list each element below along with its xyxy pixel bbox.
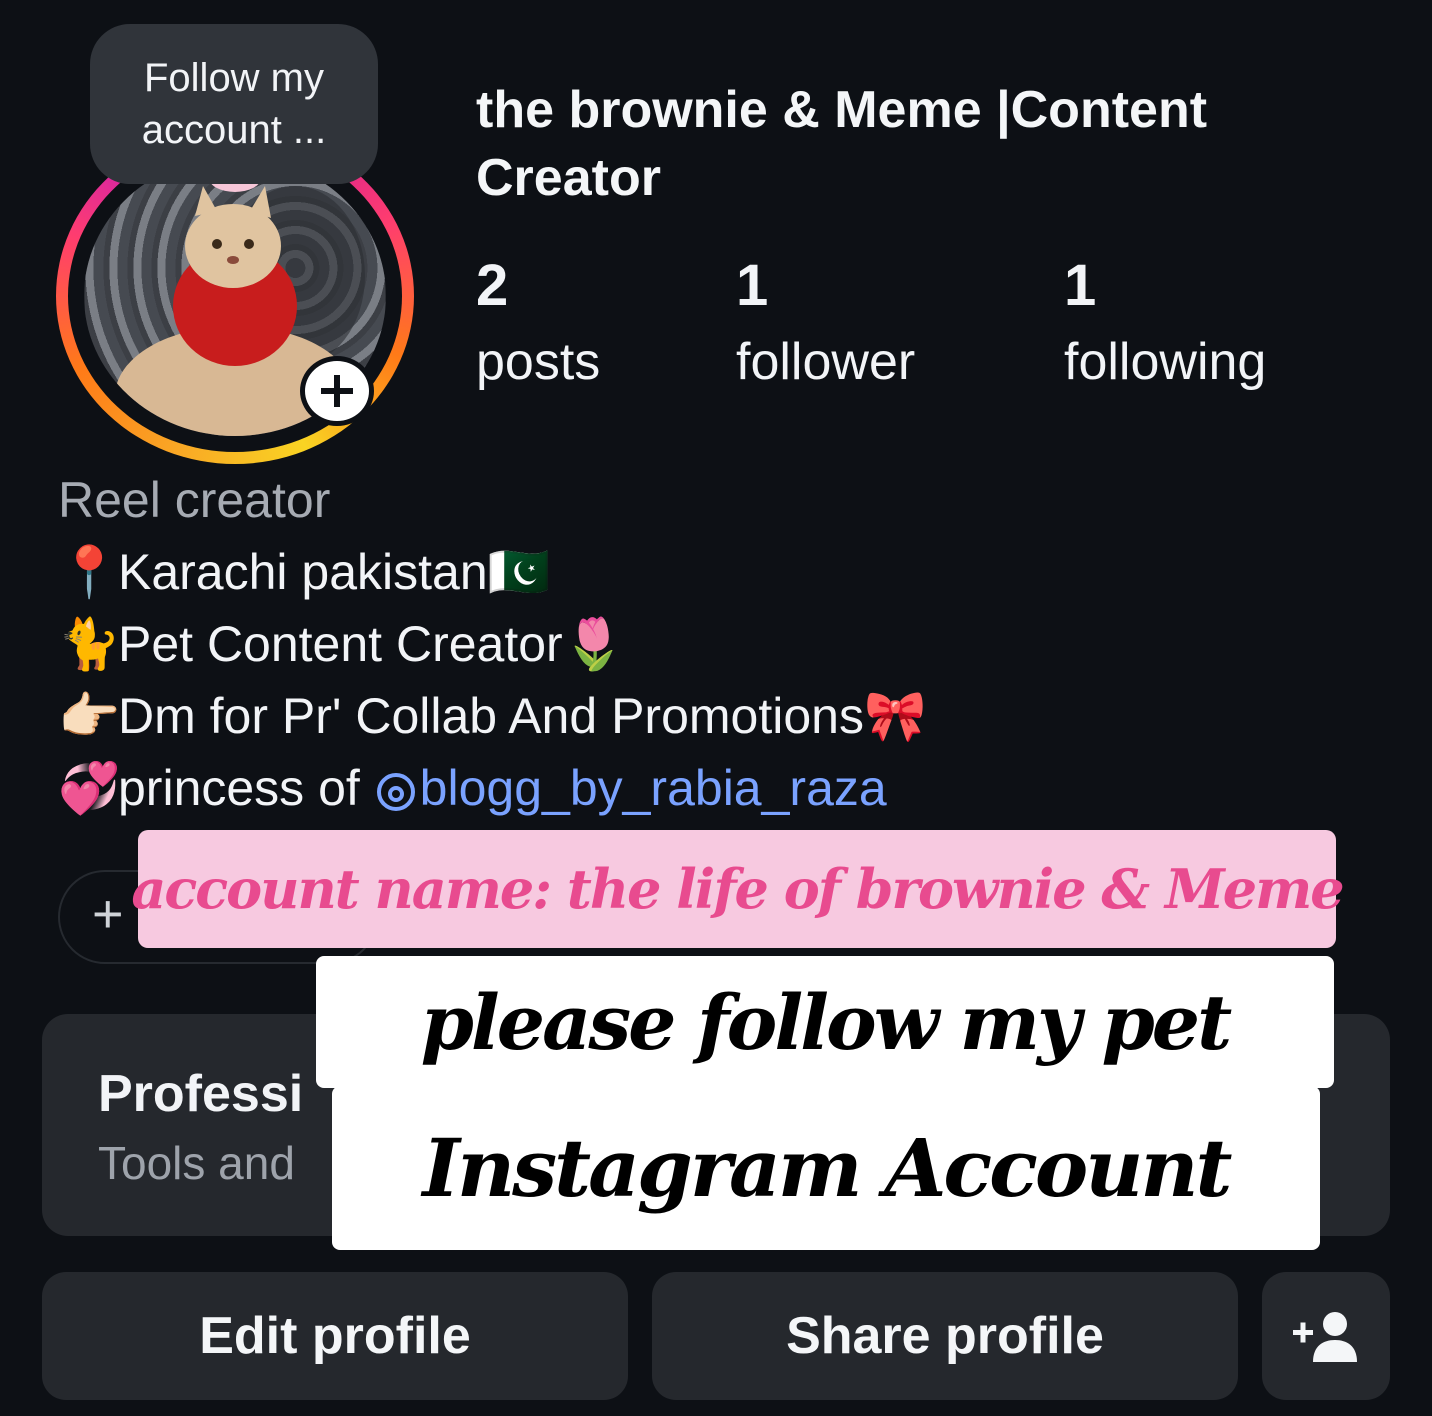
following-label: following [1064, 333, 1267, 391]
pin-icon: 📍 [58, 544, 121, 600]
display-name-line2: Creator [476, 149, 661, 207]
account-name-text: account name: the life of brownie & Meme [131, 857, 1344, 921]
followers-label: follower [736, 333, 916, 391]
display-name-line1: the brownie & Meme |Content [476, 81, 1208, 139]
hearts-icon: 💞 [58, 760, 121, 816]
note-text-line1: Follow my [143, 56, 325, 100]
professional-dashboard-subtitle: Tools and [98, 1137, 295, 1189]
mention-username: blogg_by_rabia_raza [419, 760, 887, 816]
add-person-icon [1293, 1312, 1357, 1362]
stat-followers[interactable]: 1 follower [736, 250, 915, 402]
profile-category: Reel creator [58, 472, 331, 528]
stat-posts[interactable]: 2 posts [476, 250, 600, 402]
share-profile-button[interactable]: Share profile [652, 1272, 1238, 1400]
posts-count: 2 [476, 253, 509, 318]
ribbon-icon: 🎀 [863, 688, 927, 744]
new-highlight-plus: + [92, 884, 124, 944]
pakistan-flag-icon: 🇵🇰 [487, 544, 550, 600]
bio-text: princess of [118, 760, 374, 816]
professional-dashboard-title: Professi [98, 1065, 304, 1123]
account-name-banner: account name: the life of brownie & Meme [131, 830, 1345, 948]
stat-following[interactable]: 1 following [1064, 250, 1266, 402]
tulip-icon: 🌷 [562, 616, 625, 672]
add-story-button[interactable] [300, 356, 374, 426]
note-bubble[interactable]: Follow my account ... [90, 24, 378, 184]
cta-text-line1: please follow my pet [420, 977, 1233, 1067]
plus-icon [321, 375, 353, 407]
bio-line-dm: 👉🏻Dm for Pr' Collab And Promotions🎀 [58, 680, 1158, 752]
bio-line-princess: 💞princess of blogg_by_rabia_raza [58, 752, 1158, 824]
bio-line-creator: 🐈Pet Content Creator🌷 [58, 608, 1158, 680]
edit-profile-button[interactable]: Edit profile [42, 1272, 628, 1400]
profile-display-name: the brownie & Meme |Content Creator [476, 76, 1336, 212]
pointing-hand-icon: 👉🏻 [58, 688, 121, 744]
cta-text-line2: Instagram Account [422, 1121, 1233, 1215]
followers-count: 1 [736, 253, 769, 318]
following-count: 1 [1064, 253, 1097, 318]
bio-text: Pet Content Creator [118, 616, 563, 672]
bio-text: Karachi pakistan [118, 544, 488, 600]
bio-text: Dm for Pr' Collab And Promotions [118, 688, 864, 744]
threads-icon [376, 772, 415, 811]
posts-label: posts [476, 333, 601, 391]
note-text-line2: account ... [141, 108, 327, 152]
cat-icon: 🐈 [58, 616, 121, 672]
discover-people-button[interactable] [1262, 1272, 1390, 1400]
bio-line-location: 📍Karachi pakistan🇵🇰 [58, 536, 1158, 608]
mention-link[interactable]: blogg_by_rabia_raza [374, 760, 887, 816]
